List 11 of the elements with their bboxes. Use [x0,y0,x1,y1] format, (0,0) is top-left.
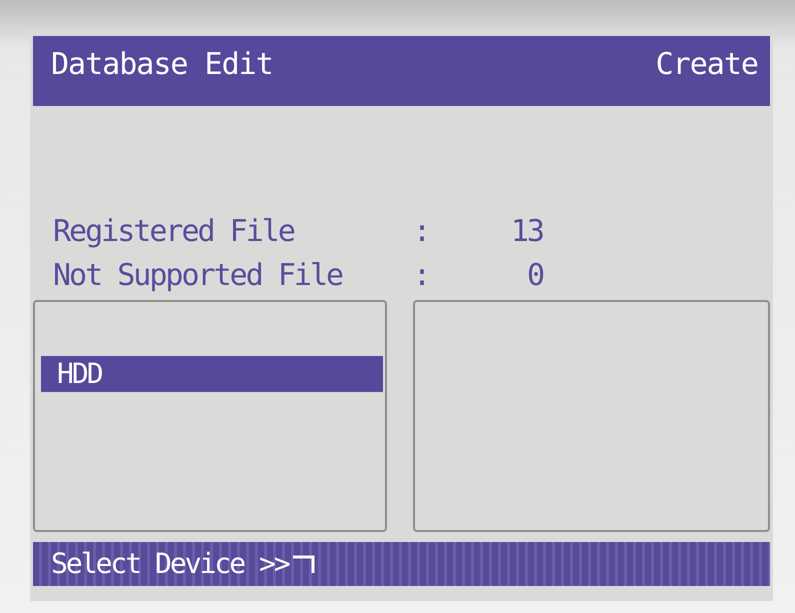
enter-icon [290,553,317,575]
screen-title: Database Edit [51,46,273,84]
stat-label: Registered File [53,213,296,251]
stat-label: Not Supported File [53,257,344,295]
device-item[interactable]: HDD [41,356,383,392]
status-text: Select Device >> [51,546,289,582]
separator: : [413,257,430,295]
stat-value: 0 [526,257,543,295]
mode-label: Create [656,46,758,84]
stat-value: 13 [510,213,543,251]
separator: : [413,213,430,251]
